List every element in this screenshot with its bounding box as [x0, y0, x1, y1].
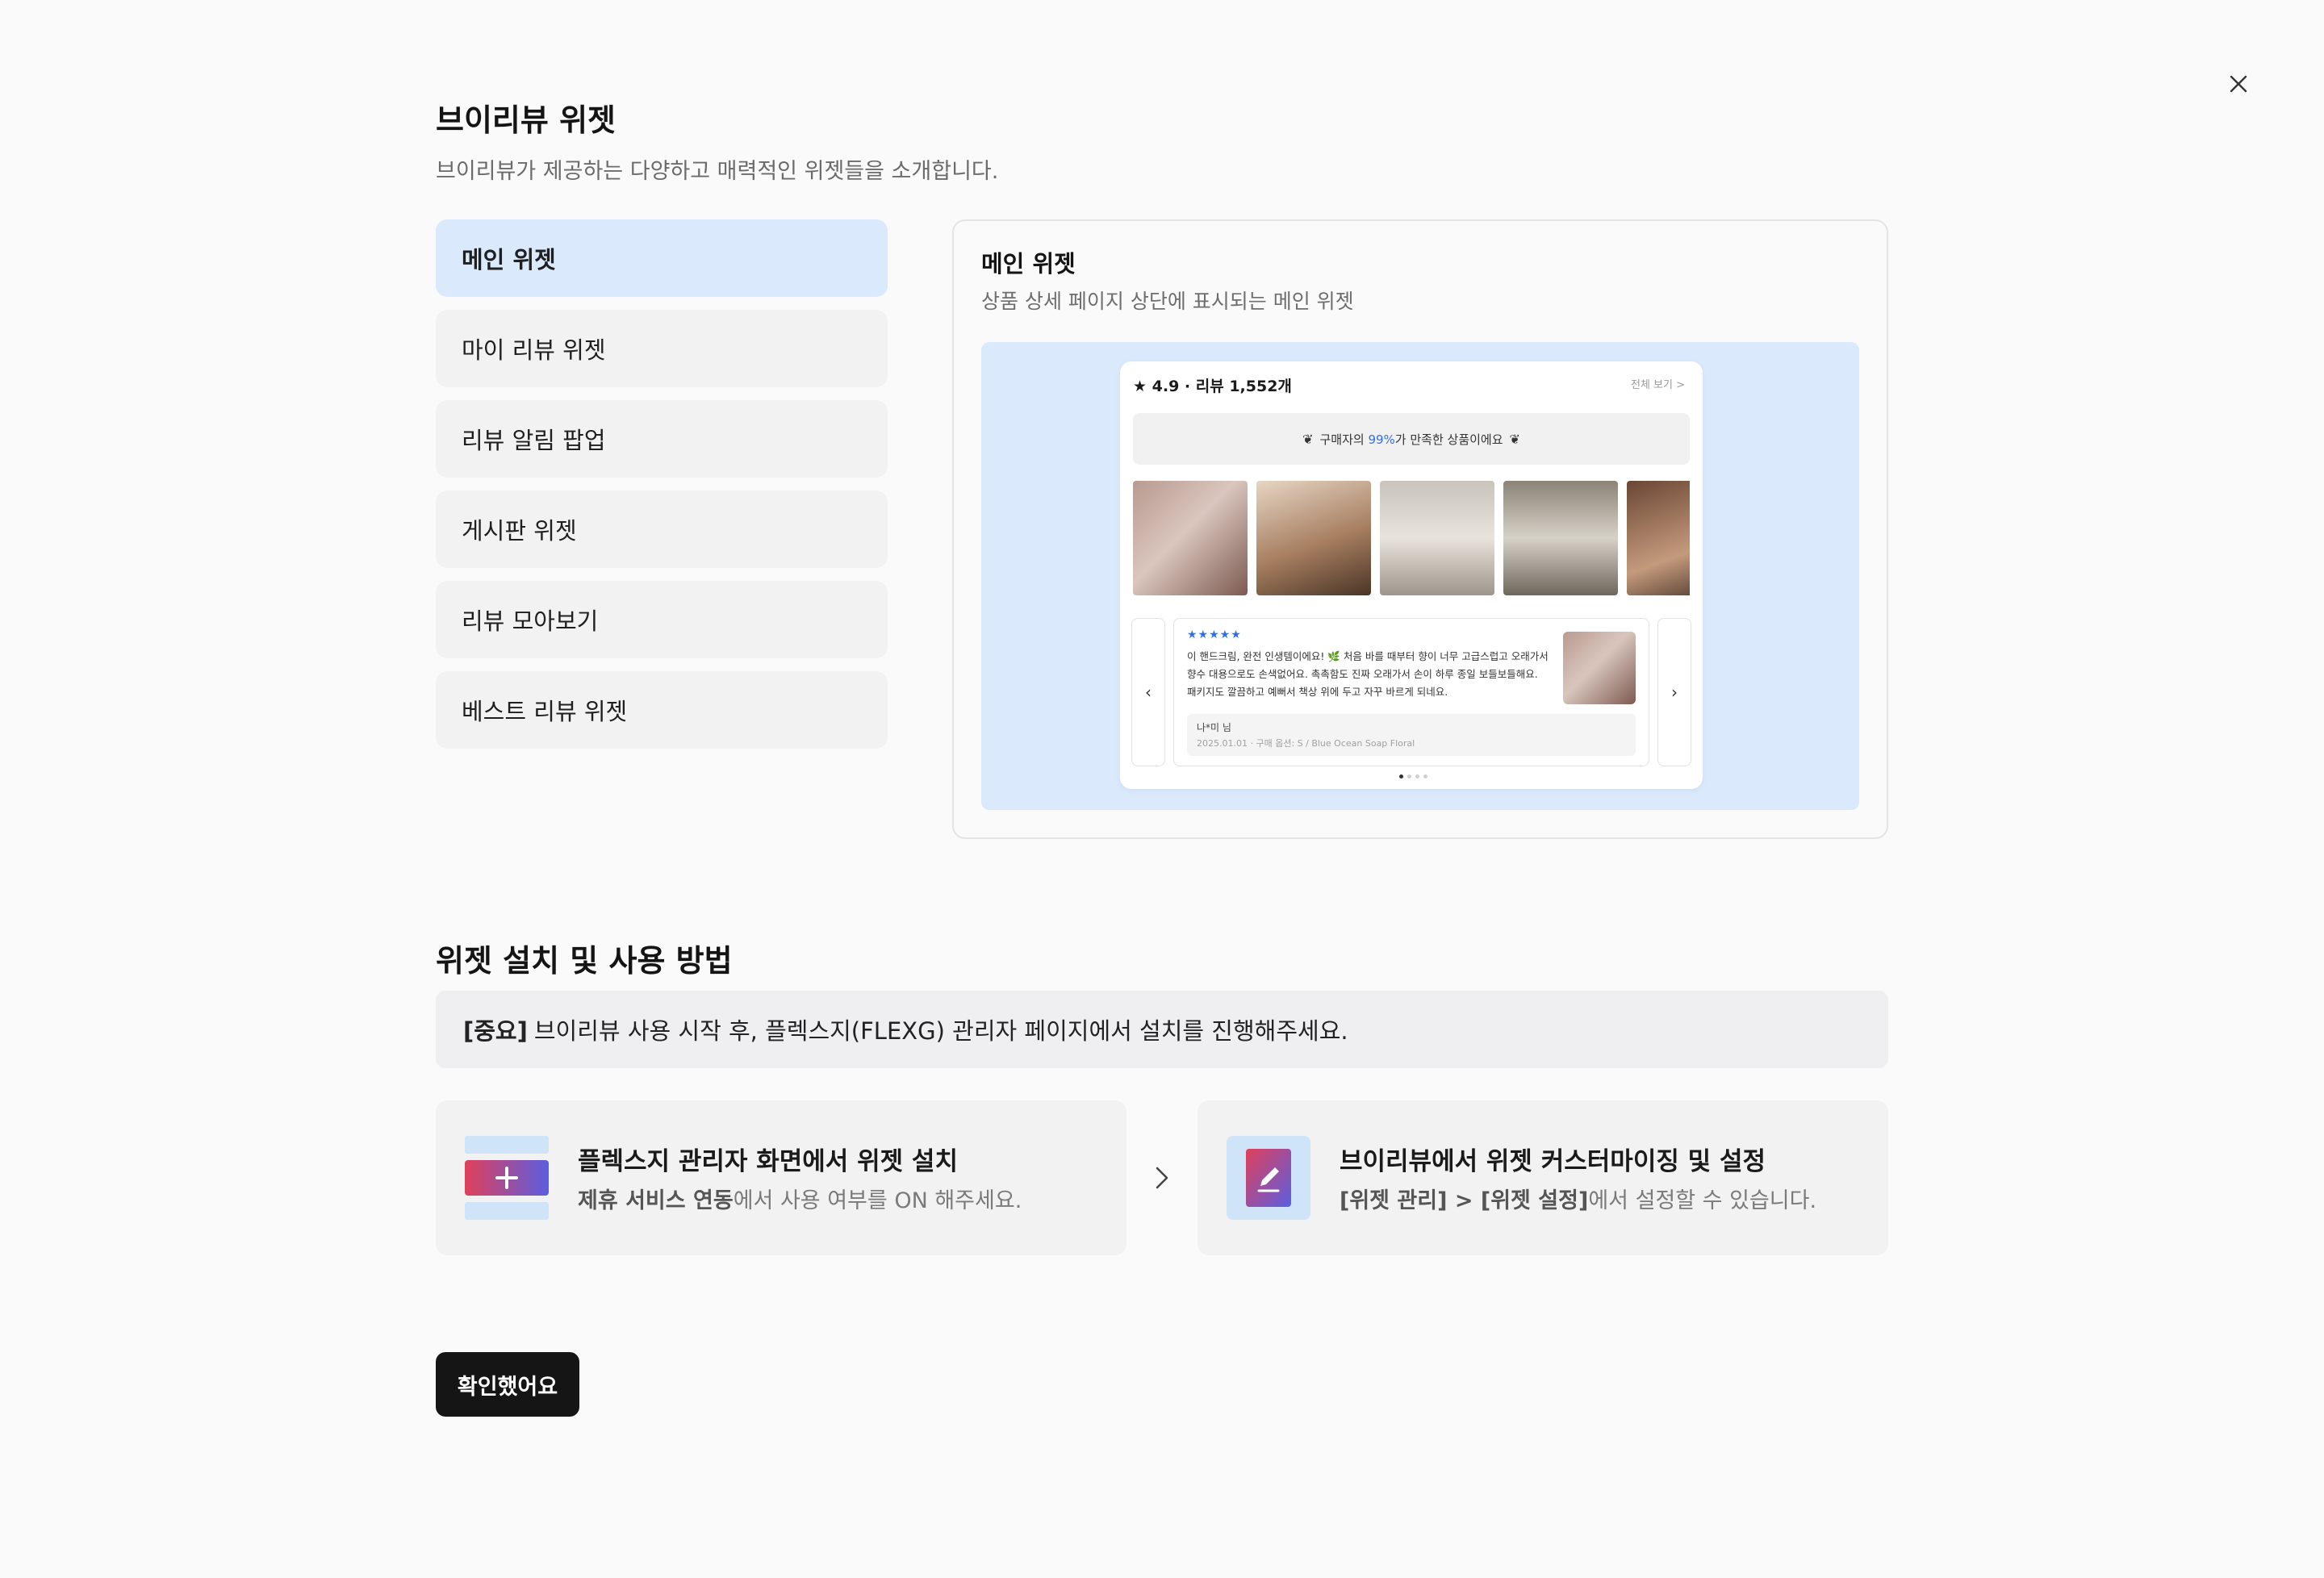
review-photo: [1133, 481, 1248, 595]
widget-nav: 메인 위젯 마이 리뷰 위젯 리뷰 알림 팝업 게시판 위젯 리뷰 모아보기 베…: [436, 219, 888, 762]
review-photo: [1627, 481, 1690, 595]
reviewer-name: 나*미 님: [1197, 722, 1231, 733]
review-photo: [1563, 632, 1636, 704]
chevron-left-icon: ‹: [1131, 618, 1165, 766]
carousel-dots: [1399, 774, 1427, 779]
chevron-right-icon: ›: [1657, 618, 1691, 766]
carousel-dot: [1423, 774, 1427, 779]
nav-item-review-gallery[interactable]: 리뷰 모아보기: [436, 581, 888, 658]
mock-satisfaction-banner: ❦ 구매자의 99%가 만족한 상품이에요 ❦: [1133, 413, 1690, 465]
mock-review-card: ★★★★★ 이 핸드크림, 완전 인생템이에요! 🌿 처음 바를 때부터 향이 …: [1173, 618, 1649, 766]
step-title: 플렉스지 관리자 화면에서 위젯 설치: [578, 1147, 958, 1176]
nav-item-board-widget[interactable]: 게시판 위젯: [436, 491, 888, 568]
reviewer-info: 나*미 님 2025.01.01 · 구매 옵션: S / Blue Ocean…: [1187, 714, 1636, 756]
carousel-dot: [1407, 774, 1411, 779]
step-description: 제휴 서비스 연동에서 사용 여부를 ON 해주세요.: [578, 1188, 1022, 1213]
page-subtitle: 브이리뷰가 제공하는 다양하고 매력적인 위젯들을 소개합니다.: [436, 159, 999, 184]
notice-label: [중요]: [463, 1017, 528, 1045]
chevron-right-icon: [1156, 1167, 1168, 1189]
preview-card: 메인 위젯 상품 상세 페이지 상단에 표시되는 메인 위젯 ★ 4.9 · 리…: [952, 219, 1888, 839]
preview-area: ★ 4.9 · 리뷰 1,552개 전체 보기 > ❦ 구매자의 99%가 만족…: [981, 342, 1859, 810]
preview-title: 메인 위젯: [981, 250, 1076, 278]
nav-item-my-review-widget[interactable]: 마이 리뷰 위젯: [436, 310, 888, 387]
close-icon: [2230, 75, 2247, 93]
review-text: 이 핸드크림, 완전 인생템이에요! 🌿 처음 바를 때부터 향이 너무 고급스…: [1187, 650, 1549, 698]
mock-rating: ★ 4.9 · 리뷰 1,552개: [1133, 378, 1292, 395]
page-title: 브이리뷰 위젯: [436, 102, 616, 138]
banner-text: 구매자의 99%가 만족한 상품이에요: [1319, 432, 1503, 447]
review-meta: 2025.01.01 · 구매 옵션: S / Blue Ocean Soap …: [1197, 738, 1415, 749]
nav-item-best-review-widget[interactable]: 베스트 리뷰 위젯: [436, 671, 888, 749]
step-title: 브이리뷰에서 위젯 커스터마이징 및 설정: [1340, 1147, 1766, 1176]
star-rating: ★★★★★: [1187, 628, 1242, 641]
review-photo: [1380, 481, 1494, 595]
add-widget-icon: [465, 1136, 549, 1220]
important-notice: [중요] 브이리뷰 사용 시작 후, 플렉스지(FLEXG) 관리자 페이지에서…: [436, 991, 1888, 1068]
nav-item-review-popup[interactable]: 리뷰 알림 팝업: [436, 400, 888, 478]
leaf-icon: ❦: [1302, 431, 1314, 447]
mock-photo-strip: [1133, 481, 1690, 595]
close-button[interactable]: [2226, 71, 2251, 97]
edit-pencil-icon: [1227, 1136, 1310, 1220]
leaf-icon: ❦: [1509, 431, 1520, 447]
confirm-button[interactable]: 확인했어요: [436, 1352, 579, 1417]
review-photo: [1256, 481, 1371, 595]
carousel-dot: [1415, 774, 1419, 779]
review-photo: [1503, 481, 1618, 595]
nav-item-main-widget[interactable]: 메인 위젯: [436, 219, 888, 297]
step-description: [위젯 관리] > [위젯 설정]에서 설정할 수 있습니다.: [1340, 1188, 1817, 1213]
install-section-title: 위젯 설치 및 사용 방법: [436, 943, 733, 979]
notice-text: 브이리뷰 사용 시작 후, 플렉스지(FLEXG) 관리자 페이지에서 설치를 …: [533, 1017, 1348, 1045]
widget-mock: ★ 4.9 · 리뷰 1,552개 전체 보기 > ❦ 구매자의 99%가 만족…: [1120, 361, 1703, 789]
step-card-customize: 브이리뷰에서 위젯 커스터마이징 및 설정 [위젯 관리] > [위젯 설정]에…: [1198, 1100, 1888, 1255]
mock-view-all: 전체 보기 >: [1631, 379, 1685, 391]
preview-description: 상품 상세 페이지 상단에 표시되는 메인 위젯: [981, 290, 1354, 313]
carousel-dot: [1399, 774, 1403, 779]
step-card-install: 플렉스지 관리자 화면에서 위젯 설치 제휴 서비스 연동에서 사용 여부를 O…: [436, 1100, 1126, 1255]
